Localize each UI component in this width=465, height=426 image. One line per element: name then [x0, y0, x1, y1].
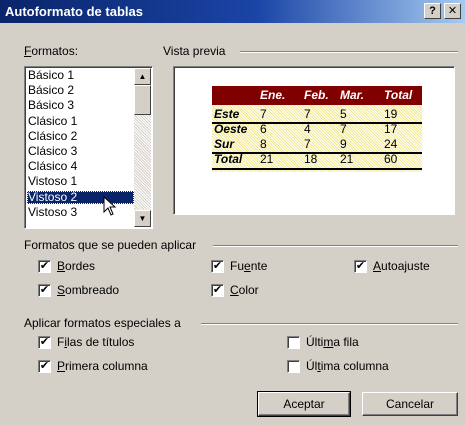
preview-column-header: Feb. — [304, 88, 329, 102]
primera-columna-label[interactable]: Primera columna — [57, 359, 148, 373]
window-title: Autoformato de tablas — [5, 4, 143, 19]
down-arrow-icon: ▼ — [138, 214, 147, 223]
fuente-checkbox[interactable]: ✔ — [211, 260, 224, 273]
preview-cell: 21 — [260, 152, 274, 166]
preview-cell: 9 — [340, 137, 347, 151]
ultima-fila-label[interactable]: Última fila — [306, 335, 359, 349]
preview-cell: 18 — [304, 152, 318, 166]
preview-cell: 5 — [340, 107, 347, 121]
title-bar: Autoformato de tablas ? ✕ — [0, 0, 465, 23]
up-arrow-icon: ▲ — [138, 72, 147, 81]
sombreado-checkbox[interactable]: ✔ — [38, 284, 51, 297]
bordes-checkbox[interactable]: ✔ — [38, 260, 51, 273]
preview-cell: 6 — [260, 122, 267, 136]
preview-row-header: Total — [214, 152, 243, 166]
preview-cell: 7 — [260, 107, 267, 121]
preview-table: Ene. Feb. Mar. Total Este 7 7 5 19 Oeste 6 4 7 17 Sur 8… — [212, 86, 422, 172]
preview-cell: 19 — [384, 107, 398, 121]
special-divider — [201, 323, 458, 325]
format-item[interactable]: Clásico 2 — [27, 129, 134, 143]
preview-cell: 7 — [340, 122, 347, 136]
cancel-button[interactable]: Cancelar — [362, 392, 458, 416]
filas-de-titulos-checkbox[interactable]: ✔ — [38, 336, 51, 349]
fuente-label[interactable]: Fuente — [230, 259, 267, 273]
help-icon: ? — [429, 5, 436, 17]
bordes-label[interactable]: Bordes — [57, 259, 95, 273]
autoajuste-checkbox[interactable]: ✔ — [354, 260, 367, 273]
autoajuste-label[interactable]: Autoajuste — [373, 259, 430, 273]
filas-de-titulos-label[interactable]: Filas de títulos — [57, 335, 134, 349]
apply-divider — [213, 245, 458, 247]
preview-cell: 24 — [384, 137, 398, 151]
preview-column-header: Total — [384, 88, 413, 102]
formats-listbox[interactable]: Básico 1 Básico 2 Básico 3 Clásico 1 Clásico… — [24, 66, 153, 229]
preview-cell: 21 — [340, 152, 354, 166]
preview-cell: 8 — [260, 137, 267, 151]
scroll-down-button[interactable]: ▼ — [134, 210, 151, 227]
color-checkbox[interactable]: ✔ — [211, 284, 224, 297]
preview-rule — [212, 122, 422, 124]
preview-row-header: Oeste — [214, 122, 248, 136]
special-group-label: Aplicar formatos especiales a — [24, 316, 181, 330]
mouse-cursor-icon — [103, 196, 117, 216]
close-button[interactable]: ✕ — [444, 3, 461, 19]
color-label[interactable]: Color — [230, 283, 259, 297]
primera-columna-checkbox[interactable]: ✔ — [38, 360, 51, 373]
preview-column-header: Mar. — [340, 88, 365, 102]
preview-cell: 4 — [304, 122, 311, 136]
preview-rule — [212, 168, 422, 170]
help-button[interactable]: ? — [424, 3, 441, 19]
ok-button[interactable]: Aceptar — [257, 391, 351, 417]
ultima-columna-label[interactable]: Última columna — [306, 359, 389, 373]
format-item[interactable]: Básico 1 — [27, 69, 134, 82]
format-item[interactable]: Básico 2 — [27, 84, 134, 97]
preview-cell: 7 — [304, 137, 311, 151]
ultima-fila-checkbox[interactable] — [287, 336, 300, 349]
preview-pane: Ene. Feb. Mar. Total Este 7 7 5 19 Oeste 6 4 7 17 Sur 8… — [173, 66, 455, 215]
formats-label: Formatos: — [24, 44, 79, 58]
scroll-thumb[interactable] — [134, 85, 151, 115]
ultima-columna-checkbox[interactable] — [287, 360, 300, 373]
preview-column-header: Ene. — [260, 88, 286, 102]
sombreado-label[interactable]: Sombreado — [57, 283, 119, 297]
preview-label: Vista previa — [163, 44, 226, 58]
preview-cell: 17 — [384, 122, 398, 136]
format-item[interactable]: Clásico 4 — [27, 160, 134, 173]
preview-cell: 7 — [304, 107, 311, 121]
preview-cell: 60 — [384, 152, 398, 166]
formats-scrollbar[interactable]: ▲ ▼ — [134, 68, 151, 227]
preview-row-header: Sur — [214, 137, 235, 151]
format-item[interactable]: Vistoso 1 — [27, 175, 134, 188]
preview-row-header: Este — [214, 107, 240, 121]
close-icon: ✕ — [447, 5, 458, 17]
scroll-up-button[interactable]: ▲ — [134, 68, 151, 85]
apply-group-label: Formatos que se pueden aplicar — [24, 238, 197, 252]
format-item[interactable]: Clásico 3 — [27, 145, 134, 158]
format-item[interactable]: Clásico 1 — [27, 114, 134, 128]
preview-divider — [240, 51, 458, 53]
preview-rule — [212, 152, 422, 154]
format-item[interactable]: Básico 3 — [27, 99, 134, 112]
